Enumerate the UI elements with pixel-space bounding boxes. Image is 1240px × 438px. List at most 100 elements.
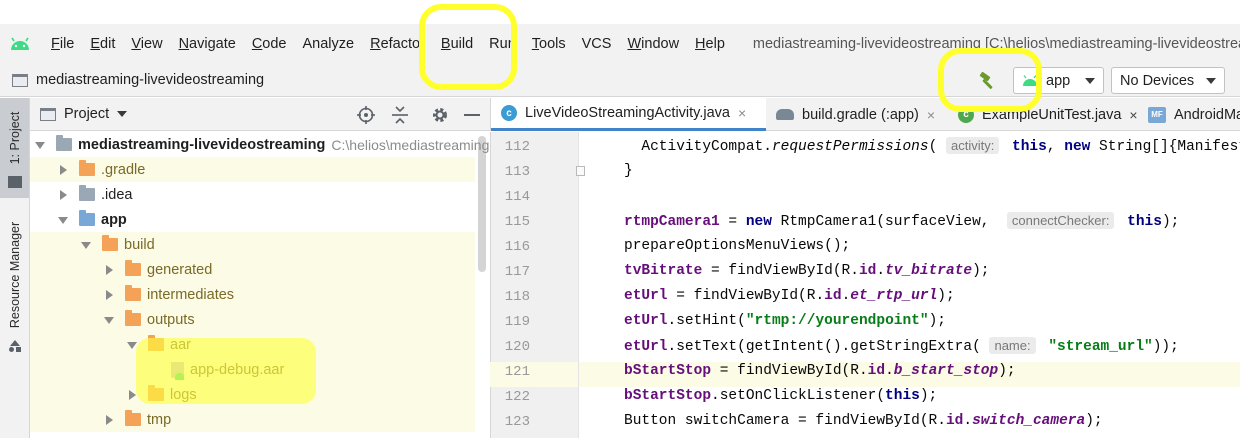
code-line[interactable]: etUrl = findViewById(R.id.et_rtp_url);: [624, 288, 955, 304]
close-icon[interactable]: ×: [1129, 107, 1137, 123]
code-line[interactable]: ActivityCompat.requestPermissions( activ…: [624, 137, 1240, 155]
hide-panel-button[interactable]: [462, 105, 482, 125]
tree-item[interactable]: intermediates: [30, 282, 475, 307]
tree-item[interactable]: app-debug.aar: [30, 357, 475, 382]
tree-item-label: .idea: [101, 186, 133, 203]
tool-tab-resource-label: Resource Manager: [7, 221, 22, 329]
menu-label: dit: [100, 36, 116, 52]
menu-view[interactable]: View: [123, 36, 170, 52]
menu-mnemonic: H: [695, 36, 706, 52]
line-number: 112: [504, 139, 530, 155]
menu-file[interactable]: File: [43, 36, 82, 52]
project-view-selector[interactable]: Project: [64, 106, 109, 122]
tree-item[interactable]: logs: [30, 382, 475, 407]
line-number: 115: [504, 214, 530, 230]
menu-code[interactable]: Code: [244, 36, 295, 52]
keyword: new: [1064, 139, 1091, 155]
tool-tab-project[interactable]: 1: Project: [0, 98, 29, 198]
menu-help[interactable]: Help: [687, 36, 733, 52]
collapse-all-button[interactable]: [390, 105, 410, 125]
parameter-hint: name:: [989, 337, 1036, 354]
code-line[interactable]: }: [624, 163, 633, 179]
project-tree: mediastreaming-livevideostreaming C:\heli…: [30, 132, 490, 438]
code-line[interactable]: rtmpCamera1 = new RtmpCamera1(surfaceVie…: [624, 212, 1179, 230]
menu-window[interactable]: Window: [619, 36, 687, 52]
tree-item-label: app-debug.aar: [190, 361, 285, 378]
editor-tab[interactable]: MF AndroidManifest.xml: [1138, 98, 1240, 131]
expanded-arrow-icon[interactable]: [57, 214, 69, 226]
line-number: 113: [504, 164, 530, 180]
menu-run[interactable]: Run: [481, 36, 524, 52]
folder-icon: [56, 135, 72, 151]
expanded-arrow-icon[interactable]: [126, 339, 138, 351]
collapsed-arrow-icon[interactable]: [103, 264, 115, 276]
code-line[interactable]: bStartStop = findViewById(R.id.b_start_s…: [624, 363, 1016, 379]
tree-item[interactable]: generated: [30, 257, 475, 282]
java-class-icon: c: [501, 105, 517, 121]
close-icon[interactable]: ×: [738, 105, 746, 121]
static-field-reference: switch_camera: [972, 413, 1086, 429]
code-line[interactable]: tvBitrate = findViewById(R.id.tv_bitrate…: [624, 263, 990, 279]
tool-tab-resource-manager[interactable]: Resource Manager: [0, 210, 29, 360]
run-configuration-dropdown[interactable]: app: [1013, 67, 1104, 94]
collapse-all-icon: [392, 106, 408, 124]
menu-mnemonic: B: [440, 36, 451, 52]
collapsed-arrow-icon[interactable]: [103, 414, 115, 426]
resource-manager-icon: [9, 340, 21, 352]
code-line[interactable]: etUrl.setText(getIntent().getStringExtra…: [624, 337, 1179, 355]
expanded-arrow-icon[interactable]: [34, 139, 46, 151]
tree-item[interactable]: build: [30, 232, 475, 257]
code-line[interactable]: etUrl.setHint("rtmp://yourendpoint");: [624, 313, 946, 329]
code-line[interactable]: Button switchCamera = findViewById(R.id.…: [624, 413, 1103, 429]
line-number: 120: [504, 339, 530, 355]
folder-icon: [125, 310, 141, 326]
parameter-hint: connectChecker:: [1006, 212, 1115, 229]
menu-navigate[interactable]: Navigate: [171, 36, 244, 52]
tree-item-label: tmp: [147, 411, 172, 428]
field-reference: id: [867, 363, 886, 379]
project-folder-icon: [12, 73, 28, 87]
tree-item[interactable]: .idea: [30, 182, 475, 207]
field-reference: bStartStop: [624, 363, 712, 379]
gear-icon: [433, 108, 447, 122]
tree-item[interactable]: .gradle: [30, 157, 475, 182]
tree-item[interactable]: outputs: [30, 307, 475, 332]
menu-edit[interactable]: Edit: [82, 36, 123, 52]
locate-file-button[interactable]: [356, 105, 376, 125]
collapsed-arrow-icon[interactable]: [57, 189, 69, 201]
editor-tab[interactable]: build.gradle (:app) ×: [766, 98, 948, 131]
project-panel-header: Project: [30, 98, 490, 131]
tree-item[interactable]: mediastreaming-livevideostreaming C:\heli…: [30, 132, 490, 157]
menu-vcs[interactable]: VCS: [574, 36, 620, 52]
chevron-down-icon[interactable]: [117, 111, 128, 117]
parameter-hint: activity:: [945, 137, 1000, 154]
code-line[interactable]: prepareOptionsMenuViews();: [624, 238, 850, 254]
make-project-button[interactable]: [974, 68, 1002, 93]
tree-item[interactable]: aar: [30, 332, 475, 357]
editor-tab[interactable]: c LiveVideoStreamingActivity.java ×: [491, 98, 766, 131]
menu-label: Run: [489, 36, 516, 52]
expanded-arrow-icon[interactable]: [103, 314, 115, 326]
menu-label: indow: [641, 36, 680, 52]
tree-item[interactable]: tmp: [30, 407, 475, 432]
collapsed-arrow-icon[interactable]: [57, 164, 69, 176]
code-editor[interactable]: ActivityCompat.requestPermissions( activ…: [579, 132, 1240, 438]
menu-refactor[interactable]: Refactor: [362, 36, 433, 52]
menu-analyze[interactable]: Analyze: [295, 36, 363, 52]
editor-tab[interactable]: c ExampleUnitTest.java ×: [948, 98, 1138, 131]
menu-label: elp: [705, 36, 725, 52]
project-view-icon: [40, 107, 56, 121]
expanded-arrow-icon[interactable]: [80, 239, 92, 251]
panel-settings-button[interactable]: [430, 105, 450, 125]
menu-build[interactable]: Build: [433, 36, 481, 52]
code-line[interactable]: bStartStop.setOnClickListener(this);: [624, 388, 937, 404]
crosshair-icon: [357, 106, 375, 124]
tree-scrollbar[interactable]: [478, 136, 486, 272]
menu-tools[interactable]: Tools: [524, 36, 574, 52]
breadcrumb-project[interactable]: mediastreaming-livevideostreaming: [36, 72, 264, 88]
collapsed-arrow-icon[interactable]: [103, 289, 115, 301]
close-icon[interactable]: ×: [927, 107, 935, 123]
tree-item[interactable]: app: [30, 207, 475, 232]
device-dropdown[interactable]: No Devices: [1111, 67, 1225, 94]
collapsed-arrow-icon[interactable]: [126, 389, 138, 401]
